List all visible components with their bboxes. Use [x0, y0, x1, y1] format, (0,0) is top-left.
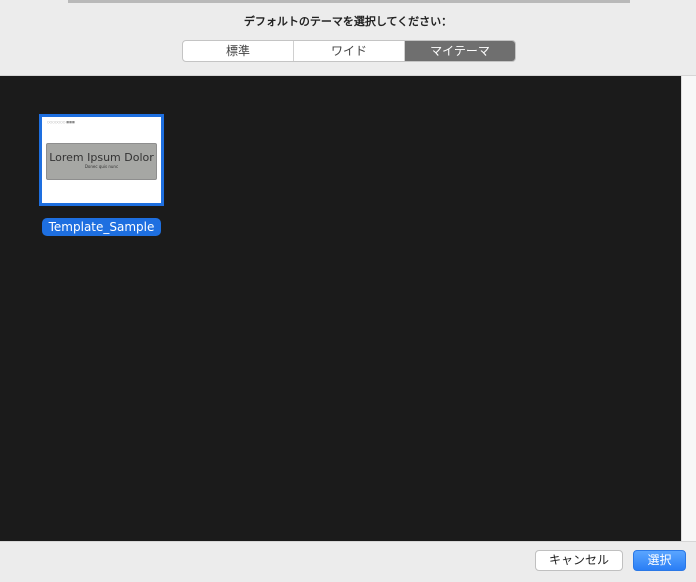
theme-size-segmented-control[interactable]: 標準 ワイド マイテーマ [182, 40, 516, 62]
theme-name-label[interactable]: Template_Sample [42, 218, 161, 236]
thumb-title-box: Lorem Ipsum Dolor Donec quis nunc [46, 143, 157, 180]
theme-thumbnail[interactable]: ○○○○○○○ ■■■ Lorem Ipsum Dolor Donec quis… [39, 114, 164, 206]
tab-wide[interactable]: ワイド [294, 41, 405, 61]
thumb-header-text: ○○○○○○○ ■■■ [47, 120, 75, 124]
cancel-button[interactable]: キャンセル [535, 550, 623, 571]
scrollbar[interactable] [681, 76, 696, 541]
header-bar: デフォルトのテーマを選択してください： 標準 ワイド マイテーマ [0, 0, 696, 76]
tab-my-themes[interactable]: マイテーマ [405, 41, 515, 61]
thumb-title: Lorem Ipsum Dolor [49, 151, 154, 164]
dialog-prompt: デフォルトのテーマを選択してください： [243, 15, 453, 28]
select-button[interactable]: 選択 [633, 550, 686, 571]
thumb-subtitle: Donec quis nunc [84, 164, 119, 169]
tab-standard[interactable]: 標準 [183, 41, 294, 61]
divider [68, 0, 630, 3]
